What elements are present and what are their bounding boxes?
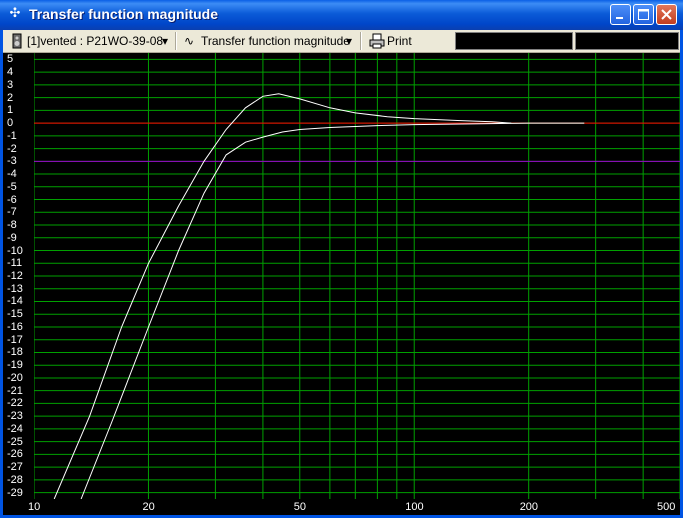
minimize-button[interactable]	[610, 4, 631, 25]
window-title: Transfer function magnitude	[29, 6, 219, 22]
print-button[interactable]: Print	[387, 32, 412, 50]
view-selector[interactable]: Transfer function magnitude	[201, 32, 350, 50]
x-tick-label: 10	[28, 501, 41, 513]
y-tick-label: -11	[7, 257, 23, 270]
y-tick-label: 4	[7, 66, 14, 79]
toolbar-separator	[175, 32, 177, 50]
y-tick-label: -28	[7, 473, 23, 486]
y-tick-label: -4	[7, 168, 17, 181]
y-tick-label: -5	[7, 180, 17, 193]
y-tick-label: -24	[7, 422, 23, 435]
y-tick-label: -9	[7, 231, 17, 244]
y-tick-label: -26	[7, 448, 23, 461]
plot-canvas[interactable]	[34, 53, 680, 499]
y-tick-label: -16	[7, 320, 23, 333]
title-bar[interactable]: ✣ Transfer function magnitude	[0, 0, 683, 30]
y-tick-label: -14	[7, 295, 23, 308]
y-tick-label: 1	[7, 104, 14, 117]
y-tick-label: -7	[7, 206, 17, 219]
y-tick-label: 0	[7, 117, 14, 130]
printer-icon[interactable]	[369, 32, 385, 50]
status-field-1	[455, 32, 573, 50]
x-tick-label: 200	[519, 501, 539, 513]
x-tick-label: 50	[293, 501, 307, 513]
app-icon: ✣	[9, 5, 21, 20]
y-tick-label: -23	[7, 410, 23, 423]
y-tick-label: 3	[7, 78, 14, 91]
y-tick-label: 5	[7, 53, 14, 66]
minimize-icon	[616, 17, 623, 19]
maximize-button[interactable]	[633, 4, 654, 25]
maximize-icon	[638, 9, 649, 20]
series-line-2	[80, 122, 585, 499]
y-tick-label: -19	[7, 359, 23, 372]
y-tick-label: -20	[7, 371, 23, 384]
y-tick-label: -25	[7, 435, 23, 448]
project-dropdown-arrow-icon[interactable]: ▾	[162, 32, 168, 50]
chart-area: 5 4 3 2 1 0 -1 -2 -3 -4 -5 -6 -7 -8 -9 -10 -11 -12 -13 -14-…	[3, 53, 680, 515]
y-tick-label: 2	[7, 91, 14, 104]
y-tick-label: -10	[7, 244, 23, 257]
toolbar: [1]vented : P21WO-39-08 ▾ ∿ Transfer fun…	[3, 30, 680, 53]
speaker-icon	[12, 32, 22, 50]
series-line-1	[53, 93, 512, 499]
y-tick-label: -22	[7, 397, 23, 410]
view-dropdown-arrow-icon[interactable]: ▾	[346, 32, 352, 50]
y-tick-label: -8	[7, 219, 17, 232]
y-tick-label: -17	[7, 333, 23, 346]
y-tick-label: -6	[7, 193, 17, 206]
x-tick-label: 100	[405, 501, 424, 513]
y-tick-label: -3	[7, 155, 17, 168]
app-window: ✣ Transfer function magnitude [1]vented …	[0, 0, 683, 518]
close-button[interactable]	[656, 4, 677, 25]
y-tick-label: -18	[7, 346, 23, 359]
y-tick-label: -21	[7, 384, 23, 397]
y-tick-label: -15	[7, 308, 23, 321]
y-tick-label: -27	[7, 461, 23, 474]
waveform-icon: ∿	[184, 34, 195, 48]
close-icon	[661, 9, 672, 20]
x-tick-label: 20	[142, 501, 155, 513]
status-field-2	[575, 32, 679, 50]
y-tick-label: -13	[7, 282, 23, 295]
y-tick-label: -2	[7, 142, 17, 155]
y-tick-label: -29	[7, 486, 23, 499]
x-tick-label: 500	[657, 501, 676, 513]
project-selector[interactable]: [1]vented : P21WO-39-08	[27, 32, 163, 50]
y-tick-label: -12	[7, 270, 23, 282]
toolbar-separator	[360, 32, 362, 50]
y-tick-label: -1	[7, 129, 17, 142]
